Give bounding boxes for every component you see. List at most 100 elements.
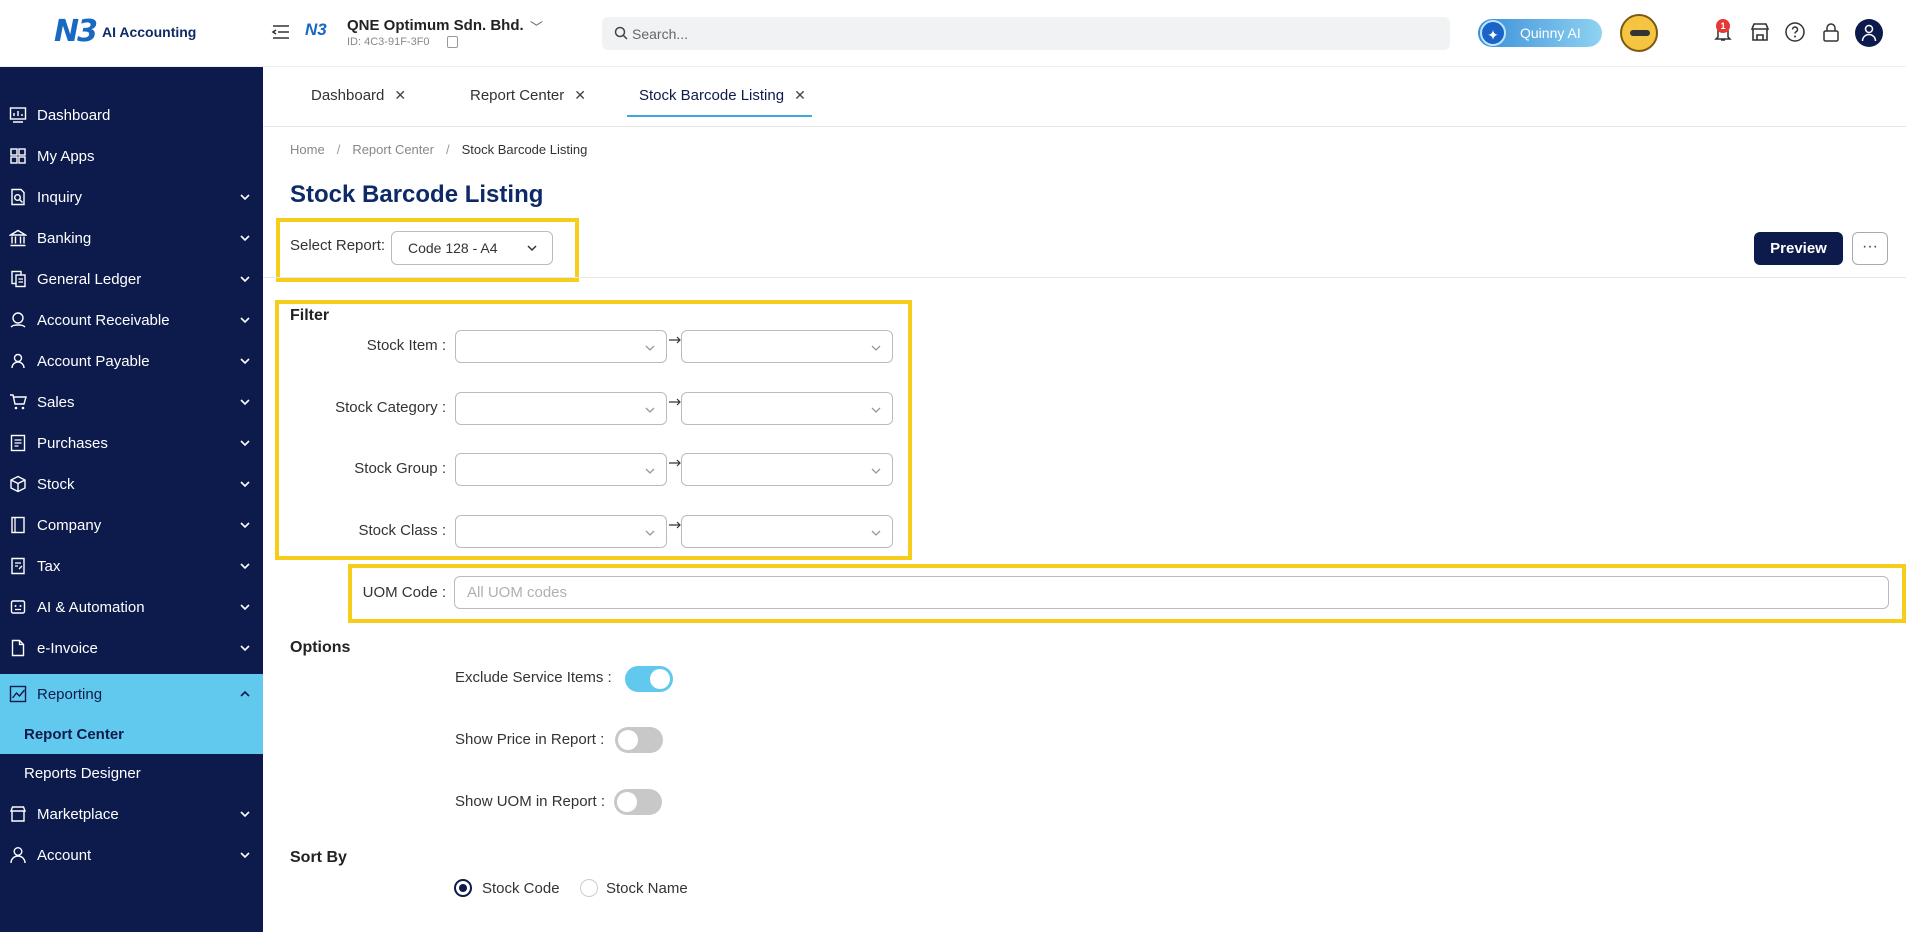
sidebar-item-account-payable[interactable]: Account Payable [0, 341, 263, 381]
sidebar-item-label: General Ledger [37, 270, 142, 288]
sidebar-item-banking[interactable]: Banking [0, 218, 263, 258]
close-icon[interactable]: ✕ [574, 87, 586, 103]
sort-stock-name-label[interactable]: Stock Name [606, 880, 688, 897]
tab-report-center[interactable]: Report Center ✕ [470, 87, 586, 117]
tab-stock-barcode-listing[interactable]: Stock Barcode Listing ✕ [627, 87, 812, 117]
company-name[interactable]: QNE Optimum Sdn. Bhd. [347, 17, 524, 34]
bank-icon [9, 229, 27, 247]
menu-collapse-icon[interactable] [271, 22, 291, 42]
copy-icon[interactable] [447, 36, 458, 48]
sidebar-item-stock[interactable]: Stock [0, 464, 263, 504]
chevron-up-icon [240, 690, 250, 697]
lock-icon[interactable] [1820, 21, 1842, 43]
assistant-mascot-icon[interactable] [1620, 14, 1658, 52]
sidebar-item-inquiry[interactable]: Inquiry [0, 177, 263, 217]
sidebar-item-tax[interactable]: Tax [0, 546, 263, 586]
search-icon [614, 26, 628, 40]
help-icon[interactable] [1784, 21, 1806, 43]
ai-spark-icon: ✦ [1480, 20, 1506, 46]
stock-group-from-dropdown[interactable] [455, 453, 667, 486]
uom-code-label: UOM Code : [362, 584, 446, 601]
sidebar-item-label: Tax [37, 557, 61, 575]
company-logo: N3 [305, 20, 327, 39]
stock-category-from-dropdown[interactable] [455, 392, 667, 425]
stock-class-from-dropdown[interactable] [455, 515, 667, 548]
chevron-down-icon [645, 345, 655, 351]
store-icon[interactable] [1749, 21, 1771, 43]
cart-icon [10, 394, 27, 410]
sidebar-item-marketplace[interactable]: Marketplace [0, 794, 263, 834]
sidebar-item-account-receivable[interactable]: Account Receivable [0, 300, 263, 340]
stock-item-to-dropdown[interactable] [681, 330, 893, 363]
quinny-ai-button[interactable]: ✦ Quinny AI [1478, 19, 1602, 47]
divider [263, 277, 1906, 278]
options-title: Options [290, 639, 351, 656]
payable-icon [11, 353, 25, 369]
app-root: N3 AI Accounting N3 QNE Optimum Sdn. Bhd… [0, 0, 1906, 932]
stock-category-to-dropdown[interactable] [681, 392, 893, 425]
sidebar-item-my-apps[interactable]: My Apps [0, 136, 263, 176]
search-bar[interactable] [602, 17, 1450, 50]
breadcrumb-report-center[interactable]: Report Center [352, 142, 434, 157]
chart-icon [9, 685, 27, 703]
user-avatar[interactable] [1855, 19, 1883, 47]
tab-bar: Dashboard ✕ Report Center ✕ Stock Barcode … [263, 67, 1906, 127]
sidebar-item-label: Inquiry [37, 188, 83, 206]
tab-dashboard[interactable]: Dashboard ✕ [311, 87, 406, 117]
sort-stock-name-radio[interactable] [580, 879, 598, 897]
sidebar-item-label: AI & Automation [37, 598, 145, 616]
sidebar-item-dashboard[interactable]: Dashboard [0, 95, 263, 135]
app-logo[interactable]: N3 AI Accounting [54, 14, 196, 49]
tax-icon [11, 557, 25, 575]
sidebar-item-general-ledger[interactable]: General Ledger [0, 259, 263, 299]
close-icon[interactable]: ✕ [394, 87, 406, 103]
breadcrumb-home[interactable]: Home [290, 142, 325, 157]
document-icon [11, 639, 25, 657]
sidebar-item-purchases[interactable]: Purchases [0, 423, 263, 463]
preview-button[interactable]: Preview [1754, 232, 1843, 265]
sidebar-subitem-report-center[interactable]: Report Center [0, 714, 263, 754]
company-icon [11, 516, 25, 534]
sidebar-item-label: Company [37, 516, 102, 534]
sidebar-item-ai-automation[interactable]: AI & Automation [0, 587, 263, 627]
exclude-service-items-toggle[interactable] [625, 666, 673, 692]
chevron-down-icon [645, 468, 655, 474]
breadcrumb-current: Stock Barcode Listing [461, 142, 588, 157]
chevron-down-icon [871, 468, 881, 474]
sidebar-item-company[interactable]: Company [0, 505, 263, 545]
sidebar-item-label: Account Receivable [37, 311, 170, 329]
uom-code-input[interactable] [454, 576, 1889, 609]
search-input[interactable] [632, 17, 1432, 50]
stock-group-to-dropdown[interactable] [681, 453, 893, 486]
chevron-down-icon [240, 811, 250, 818]
sidebar-item-reporting[interactable]: Reporting [0, 674, 263, 714]
apps-grid-icon [10, 148, 26, 164]
sort-stock-code-radio[interactable] [454, 879, 472, 897]
select-report-label: Select Report: [290, 237, 386, 254]
more-options-button[interactable]: ··· [1852, 232, 1888, 265]
select-report-dropdown[interactable]: Code 128 - A4 [391, 231, 553, 265]
chevron-down-icon [240, 604, 250, 611]
inquiry-icon [11, 188, 25, 206]
stock-class-label: Stock Class : [358, 522, 446, 539]
filter-title: Filter [290, 307, 330, 324]
chevron-down-icon [240, 358, 250, 365]
close-icon[interactable]: ✕ [794, 87, 806, 103]
show-price-toggle[interactable] [615, 727, 663, 753]
chevron-down-icon[interactable]: ﹀ [530, 17, 543, 36]
sidebar-subitem-reports-designer[interactable]: Reports Designer [0, 753, 263, 793]
sidebar-item-e-invoice[interactable]: e-Invoice [0, 628, 263, 668]
stock-class-to-dropdown[interactable] [681, 515, 893, 548]
receivable-icon [10, 312, 26, 328]
sidebar-item-account[interactable]: Account [0, 835, 263, 875]
stock-item-from-dropdown[interactable] [455, 330, 667, 363]
sidebar-item-label: Banking [37, 229, 92, 247]
chevron-down-icon [871, 345, 881, 351]
chevron-down-icon [240, 276, 250, 283]
stock-category-label: Stock Category : [335, 399, 446, 416]
sidebar-item-sales[interactable]: Sales [0, 382, 263, 422]
chevron-down-icon [645, 530, 655, 536]
sidebar-item-label: Purchases [37, 434, 108, 452]
sort-stock-code-label[interactable]: Stock Code [482, 880, 560, 897]
show-uom-toggle[interactable] [614, 789, 662, 815]
